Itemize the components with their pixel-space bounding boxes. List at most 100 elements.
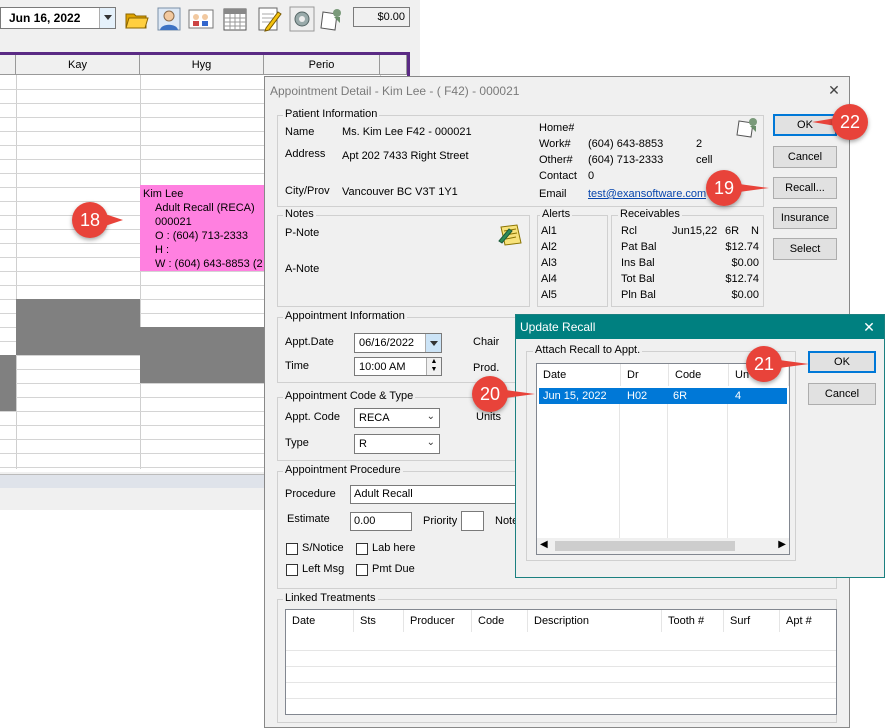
- pnote-label: P-Note: [285, 227, 320, 239]
- prod-label: Prod.: [473, 362, 500, 374]
- scrollbar-thumb[interactable]: [555, 541, 735, 551]
- scroll-right-icon[interactable]: ▶: [778, 539, 786, 550]
- select-button[interactable]: Select: [773, 238, 837, 260]
- contact-value: 0: [588, 170, 595, 182]
- contact-label: Contact: [539, 170, 577, 182]
- insurance-button[interactable]: Insurance: [773, 207, 837, 229]
- close-icon[interactable]: ✕: [825, 81, 843, 99]
- family-icon[interactable]: [188, 6, 214, 32]
- callout-20: 20: [472, 376, 536, 412]
- column-header[interactable]: Dr: [621, 364, 669, 386]
- recall-note-icon[interactable]: [735, 115, 761, 139]
- priority-input[interactable]: [461, 511, 484, 531]
- alert-5[interactable]: Al5: [541, 289, 557, 301]
- calendar-icon[interactable]: [222, 6, 248, 32]
- column-header[interactable]: Code: [669, 364, 729, 386]
- patient-icon[interactable]: [156, 6, 182, 32]
- linked-treatments-table[interactable]: Date Sts Producer Code Description Tooth…: [285, 609, 837, 715]
- alert-1[interactable]: Al1: [541, 225, 557, 237]
- column-header[interactable]: Tooth #: [662, 610, 724, 632]
- note-pad-icon[interactable]: [497, 221, 525, 249]
- chevron-down-icon[interactable]: [425, 334, 441, 352]
- pmt-due-checkbox[interactable]: [356, 564, 368, 576]
- recall-button[interactable]: Recall...: [773, 177, 837, 199]
- recall-table[interactable]: Date Dr Code Un Jun 15, 2022 H02 6R 4 ◀ …: [536, 363, 790, 555]
- procedure-input[interactable]: Adult Recall: [350, 485, 518, 504]
- pat-bal-value: $12.74: [725, 241, 759, 253]
- alert-2[interactable]: Al2: [541, 241, 557, 253]
- other-phone-label: Other#: [539, 154, 573, 166]
- type-select[interactable]: R ⌄: [354, 434, 440, 454]
- table-row-line: [286, 666, 836, 667]
- column-divider: [619, 404, 620, 538]
- recall-date-cell: Jun 15, 2022: [543, 390, 607, 402]
- lab-here-label: Lab here: [372, 542, 416, 554]
- tot-bal-label: Tot Bal: [621, 273, 655, 285]
- appt-date-picker[interactable]: 06/16/2022: [354, 333, 442, 353]
- column-header[interactable]: Code: [472, 610, 528, 632]
- column-header-hyg[interactable]: Hyg: [140, 55, 264, 75]
- snotice-checkbox[interactable]: [286, 543, 298, 555]
- time-spinner[interactable]: 10:00 AM ▲ ▼: [354, 357, 442, 376]
- grid-divider: [140, 75, 141, 469]
- table-row[interactable]: Jun 15, 2022 H02 6R 4: [539, 388, 787, 404]
- lab-here-checkbox[interactable]: [356, 543, 368, 555]
- column-header-kay[interactable]: Kay: [16, 55, 140, 75]
- open-folder-icon[interactable]: [124, 6, 150, 32]
- appointment-procedure: Adult Recall (RECA): [155, 202, 255, 214]
- pmt-due-label: Pmt Due: [372, 563, 415, 575]
- alert-4[interactable]: Al4: [541, 273, 557, 285]
- other-phone-type: cell: [696, 154, 713, 166]
- blocked-time-slot[interactable]: [0, 355, 16, 411]
- column-header[interactable]: Apt #: [780, 610, 838, 632]
- city-value: Vancouver BC V3T 1Y1: [342, 186, 458, 198]
- spinner-arrows-icon[interactable]: ▲ ▼: [426, 358, 441, 375]
- date-picker[interactable]: Jun 16, 2022: [0, 7, 116, 29]
- recall-note-icon[interactable]: [319, 6, 345, 32]
- close-icon[interactable]: ✕: [860, 318, 878, 336]
- recall-cancel-button[interactable]: Cancel: [808, 383, 876, 405]
- appointment-other-phone: O : (604) 713-2333: [155, 230, 248, 242]
- column-header[interactable]: Date: [286, 610, 354, 632]
- settings-icon[interactable]: [289, 6, 315, 32]
- work-phone-value: (604) 643-8853: [588, 138, 664, 150]
- tot-bal-value: $12.74: [725, 273, 759, 285]
- column-header[interactable]: Sts: [354, 610, 404, 632]
- units-label: Units: [476, 411, 502, 423]
- scheduler-toolbar: Jun 16, 2022 $0.00: [0, 0, 420, 36]
- chevron-down-icon[interactable]: ⌄: [427, 437, 435, 448]
- chair-label: Chair: [473, 336, 500, 348]
- address-value: Apt 202 7433 Right Street: [342, 150, 469, 162]
- column-header[interactable]: Date: [537, 364, 621, 386]
- appt-code-select[interactable]: RECA ⌄: [354, 408, 440, 428]
- update-recall-title: Update Recall: [516, 315, 884, 339]
- email-link[interactable]: test@exansoftware.com: [588, 188, 706, 200]
- appointment-block[interactable]: Kim Lee Adult Recall (RECA) 000021 O : (…: [140, 185, 264, 271]
- appointment-chart-number: 000021: [155, 216, 192, 228]
- recall-flag: N: [751, 225, 759, 237]
- blocked-time-slot[interactable]: [16, 299, 140, 355]
- column-header[interactable]: Surf: [724, 610, 780, 632]
- scroll-left-icon[interactable]: ◀: [540, 539, 548, 550]
- column-header[interactable]: Description: [528, 610, 662, 632]
- column-header[interactable]: Producer: [404, 610, 472, 632]
- pln-bal-label: Pln Bal: [621, 289, 656, 301]
- balance-display: $0.00: [353, 7, 410, 27]
- alert-3[interactable]: Al3: [541, 257, 557, 269]
- name-value: Ms. Kim Lee F42 - 000021: [342, 126, 472, 138]
- notepad-icon[interactable]: [256, 6, 282, 32]
- appt-code-label: Appointment Code & Type: [283, 390, 416, 402]
- horizontal-scrollbar[interactable]: ◀ ▶: [537, 538, 789, 554]
- chevron-down-icon[interactable]: [99, 8, 115, 28]
- column-header-perio[interactable]: Perio: [264, 55, 380, 75]
- callout-19-badge: 19: [706, 170, 742, 206]
- estimate-input[interactable]: 0.00: [350, 512, 412, 531]
- blocked-time-slot[interactable]: [140, 327, 264, 383]
- column-divider: [727, 404, 728, 538]
- email-label: Email: [539, 188, 567, 200]
- date-picker-value: Jun 16, 2022: [9, 11, 81, 25]
- recall-ok-button[interactable]: OK: [808, 351, 876, 373]
- left-msg-checkbox[interactable]: [286, 564, 298, 576]
- chevron-down-icon[interactable]: ⌄: [427, 411, 435, 422]
- cancel-button[interactable]: Cancel: [773, 146, 837, 168]
